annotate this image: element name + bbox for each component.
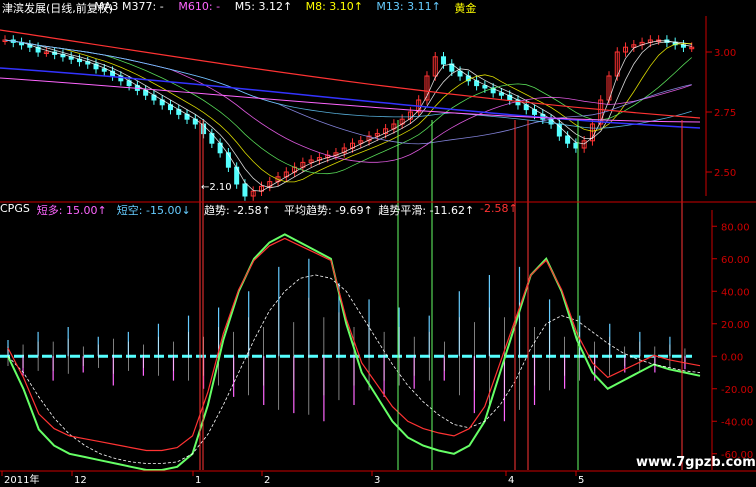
indicator-tick-label: 0.00 <box>721 352 743 363</box>
candle-body <box>498 92 504 96</box>
indicator-tick-label: 80.00 <box>721 222 750 233</box>
legend-item: -2.58↑ <box>480 202 518 215</box>
legend-item: 趋势: -2.58↑ <box>204 204 271 217</box>
chart-canvas: 3.00 2.75 2.50 80.00 60.00 40.00 20.00 0.00 -20.… <box>0 16 756 486</box>
indicator-tick-label: -40.00 <box>721 417 753 428</box>
x-tick-label: 4 <box>508 475 514 486</box>
candle-body <box>556 123 562 137</box>
x-tick-label: 2011年 <box>4 473 39 486</box>
stock-chart: 津滨发展(日线,前复权) MA3 M377: - M610: - M5: 3.12↑ M8… <box>0 0 756 487</box>
legend-item: 平均趋势: -9.69↑ <box>284 204 373 217</box>
candle-body <box>457 70 463 77</box>
candle-body <box>482 85 488 89</box>
legend-item: CPGS <box>0 202 30 215</box>
x-tick-label: 5 <box>578 475 584 486</box>
legend-item: 短多: 15.00↑ <box>36 204 107 217</box>
watermark-text: www.7gpzb.com <box>636 455 756 470</box>
long-ma-red <box>0 29 701 119</box>
legend-item: 短空: -15.00↓ <box>116 204 191 217</box>
long-ma-blue <box>0 67 701 129</box>
low-price-annotation: ←2.10 <box>201 182 232 193</box>
candle-body <box>573 142 579 149</box>
candle-body <box>242 183 248 197</box>
moving-average-line <box>4 39 692 175</box>
price-tick-label: 2.50 <box>714 168 736 179</box>
moving-average-line <box>4 39 692 183</box>
x-tick-label: 3 <box>374 475 380 486</box>
x-tick-label: 2 <box>264 475 270 486</box>
candle-body <box>565 135 571 144</box>
legend-item: 趋势平滑: -11.62↑ <box>378 204 475 217</box>
indicator-tick-label: 60.00 <box>721 255 750 266</box>
price-tick-label: 3.00 <box>714 48 736 59</box>
candle-body <box>441 56 447 65</box>
indicator-tick-label: 40.00 <box>721 287 750 298</box>
price-tick-label: 2.75 <box>714 108 736 119</box>
moving-average-line <box>4 39 692 163</box>
indicator-tick-label: 20.00 <box>721 320 750 331</box>
candle-body <box>101 68 107 72</box>
x-tick-label: 12 <box>74 475 87 486</box>
indicator-tick-label: -20.00 <box>721 385 753 396</box>
x-tick-label: 1 <box>195 475 201 486</box>
